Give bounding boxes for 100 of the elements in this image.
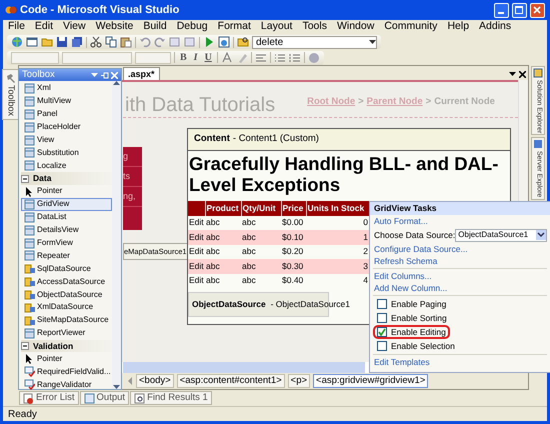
tag-selector[interactable]: <body> — [136, 374, 174, 388]
toolbox-item[interactable]: Xml — [21, 82, 112, 95]
maximize-button[interactable] — [512, 2, 526, 18]
menu-item[interactable]: Addins — [474, 19, 516, 35]
bulleted-list-icon[interactable] — [274, 52, 286, 64]
checkbox[interactable] — [377, 313, 387, 323]
validator-icon — [24, 366, 35, 378]
sidebar-text: g — [123, 147, 142, 167]
scroll-left-icon[interactable] — [127, 376, 133, 386]
align-icon[interactable] — [254, 52, 267, 64]
toolbox-item[interactable]: View — [21, 134, 112, 146]
close-icon[interactable] — [518, 70, 526, 78]
find-folder-icon[interactable] — [237, 36, 249, 48]
toolbox-dock-tab[interactable]: Toolbox — [2, 69, 20, 120]
toolbox-item[interactable]: DataList — [21, 210, 112, 224]
toolbox-item[interactable]: ReportViewer — [21, 326, 112, 340]
task-link[interactable]: Add New Column... — [373, 282, 448, 294]
datasource-dropdown[interactable]: ObjectDataSource1 — [455, 228, 547, 242]
toolbox-item[interactable]: AccessDataSource — [21, 275, 112, 288]
tag-selector[interactable]: <asp:gridview#gridview1> — [313, 374, 428, 388]
menu-item[interactable]: View — [58, 19, 91, 35]
toolbox-item[interactable]: MultiView — [21, 94, 112, 108]
checkbox[interactable] — [377, 327, 387, 337]
copy-icon[interactable] — [105, 36, 117, 48]
toolbox-item[interactable]: DetailsView — [21, 224, 112, 237]
checkbox[interactable] — [377, 299, 387, 309]
menu-item[interactable]: Help — [442, 19, 474, 35]
checkbox-option[interactable]: Enable Paging — [373, 297, 450, 311]
toolbox-item[interactable]: Pointer — [21, 184, 112, 198]
menu-item[interactable]: Debug — [172, 19, 213, 35]
bold-button[interactable]: B — [178, 50, 189, 65]
toolbox-item[interactable]: Repeater — [21, 249, 112, 262]
edit-link[interactable]: Edit — [189, 217, 204, 228]
stacked-disks-icon[interactable] — [71, 36, 83, 48]
menu-item[interactable]: Format — [212, 19, 256, 35]
checkbox-option[interactable]: Enable Sorting — [373, 311, 451, 325]
menu-item[interactable]: File — [3, 19, 30, 35]
play-icon[interactable] — [203, 36, 215, 48]
numbered-list-icon[interactable] — [288, 52, 301, 64]
search-field[interactable]: delete — [252, 36, 377, 48]
toolbox-item[interactable]: GridView — [21, 198, 112, 211]
panel-tab[interactable]: Output — [80, 391, 130, 405]
minimize-button[interactable] — [494, 2, 508, 18]
tag-selector[interactable]: <p> — [288, 374, 310, 388]
toolbox-item[interactable]: Localize — [21, 159, 112, 172]
dropdown-arrow-icon[interactable] — [509, 72, 516, 76]
toolbox-item[interactable]: ObjectDataSource — [21, 288, 112, 301]
redo-icon[interactable] — [154, 36, 166, 48]
edit-link[interactable]: Edit — [189, 246, 204, 256]
pin-icon[interactable] — [100, 72, 108, 78]
underline-button[interactable]: U — [202, 50, 214, 65]
scissors-icon[interactable] — [90, 36, 102, 48]
toolbox-item[interactable]: XmlDataSource — [21, 301, 112, 314]
task-link[interactable]: Refresh Schema — [373, 255, 438, 267]
folder-icon[interactable] — [41, 36, 53, 48]
toolbox-item[interactable]: Substitution — [21, 146, 112, 160]
menu-item[interactable]: Community — [379, 19, 442, 35]
toolbox-item[interactable]: RangeValidator — [21, 378, 112, 392]
toolbox-item[interactable]: PlaceHolder — [21, 120, 112, 134]
menu-item[interactable]: Layout — [256, 19, 298, 35]
toolbox-item[interactable]: SqlDataSource — [21, 262, 112, 276]
grid-cell: abc — [241, 259, 281, 274]
menu-item[interactable]: Tools — [297, 19, 332, 35]
globe-icon[interactable] — [11, 36, 23, 48]
close-button[interactable] — [530, 2, 544, 18]
task-link[interactable]: Edit Templates — [373, 356, 430, 368]
menu-item[interactable]: Build — [138, 19, 172, 35]
highlighted-checkbox-option[interactable]: Enable Editing — [373, 325, 450, 339]
panel-tab[interactable]: Error List — [19, 391, 79, 405]
scroll-down-icon[interactable] — [113, 385, 120, 389]
window-icon[interactable] — [26, 36, 38, 48]
tag-selector[interactable]: <asp:content#content1> — [176, 374, 285, 388]
undo-icon[interactable] — [139, 36, 151, 48]
document-tab[interactable]: .aspx* — [123, 67, 160, 80]
edit-link[interactable]: Edit — [189, 275, 204, 286]
toolbox-item[interactable]: Pointer — [21, 352, 112, 366]
content-label: Content — [194, 132, 230, 146]
checkbox-option[interactable]: Enable Selection — [373, 339, 459, 353]
task-link[interactable]: Auto Format... — [373, 215, 428, 227]
control-icon — [24, 96, 35, 107]
italic-button[interactable]: I — [192, 50, 200, 65]
toolbox-item[interactable]: SiteMapDataSource — [21, 314, 112, 327]
browser-icon[interactable] — [218, 36, 230, 48]
font-color-icon[interactable] — [220, 52, 233, 64]
field-label: Choose Data Source: — [374, 228, 456, 242]
grid-header-cell — [188, 201, 205, 216]
panel-tab[interactable]: Find Results 1 — [130, 391, 212, 405]
toolbox-scrollbar[interactable] — [112, 81, 121, 389]
checkbox[interactable] — [377, 341, 387, 351]
toolbox-item[interactable]: RequiredFieldValid... — [21, 365, 112, 378]
menu-item[interactable]: Website — [90, 19, 138, 35]
task-link[interactable]: Configure Data Source... — [373, 243, 468, 255]
toolbox-item[interactable]: FormView — [21, 236, 112, 250]
globe-icon[interactable] — [308, 52, 320, 64]
task-link[interactable]: Edit Columns... — [373, 270, 432, 282]
menu-item[interactable]: Edit — [30, 19, 58, 35]
paste-icon[interactable] — [120, 36, 132, 48]
horizontal-scrollbar[interactable] — [123, 362, 365, 373]
menu-item[interactable]: Window — [332, 19, 380, 35]
toolbox-item[interactable]: Panel — [21, 108, 112, 121]
